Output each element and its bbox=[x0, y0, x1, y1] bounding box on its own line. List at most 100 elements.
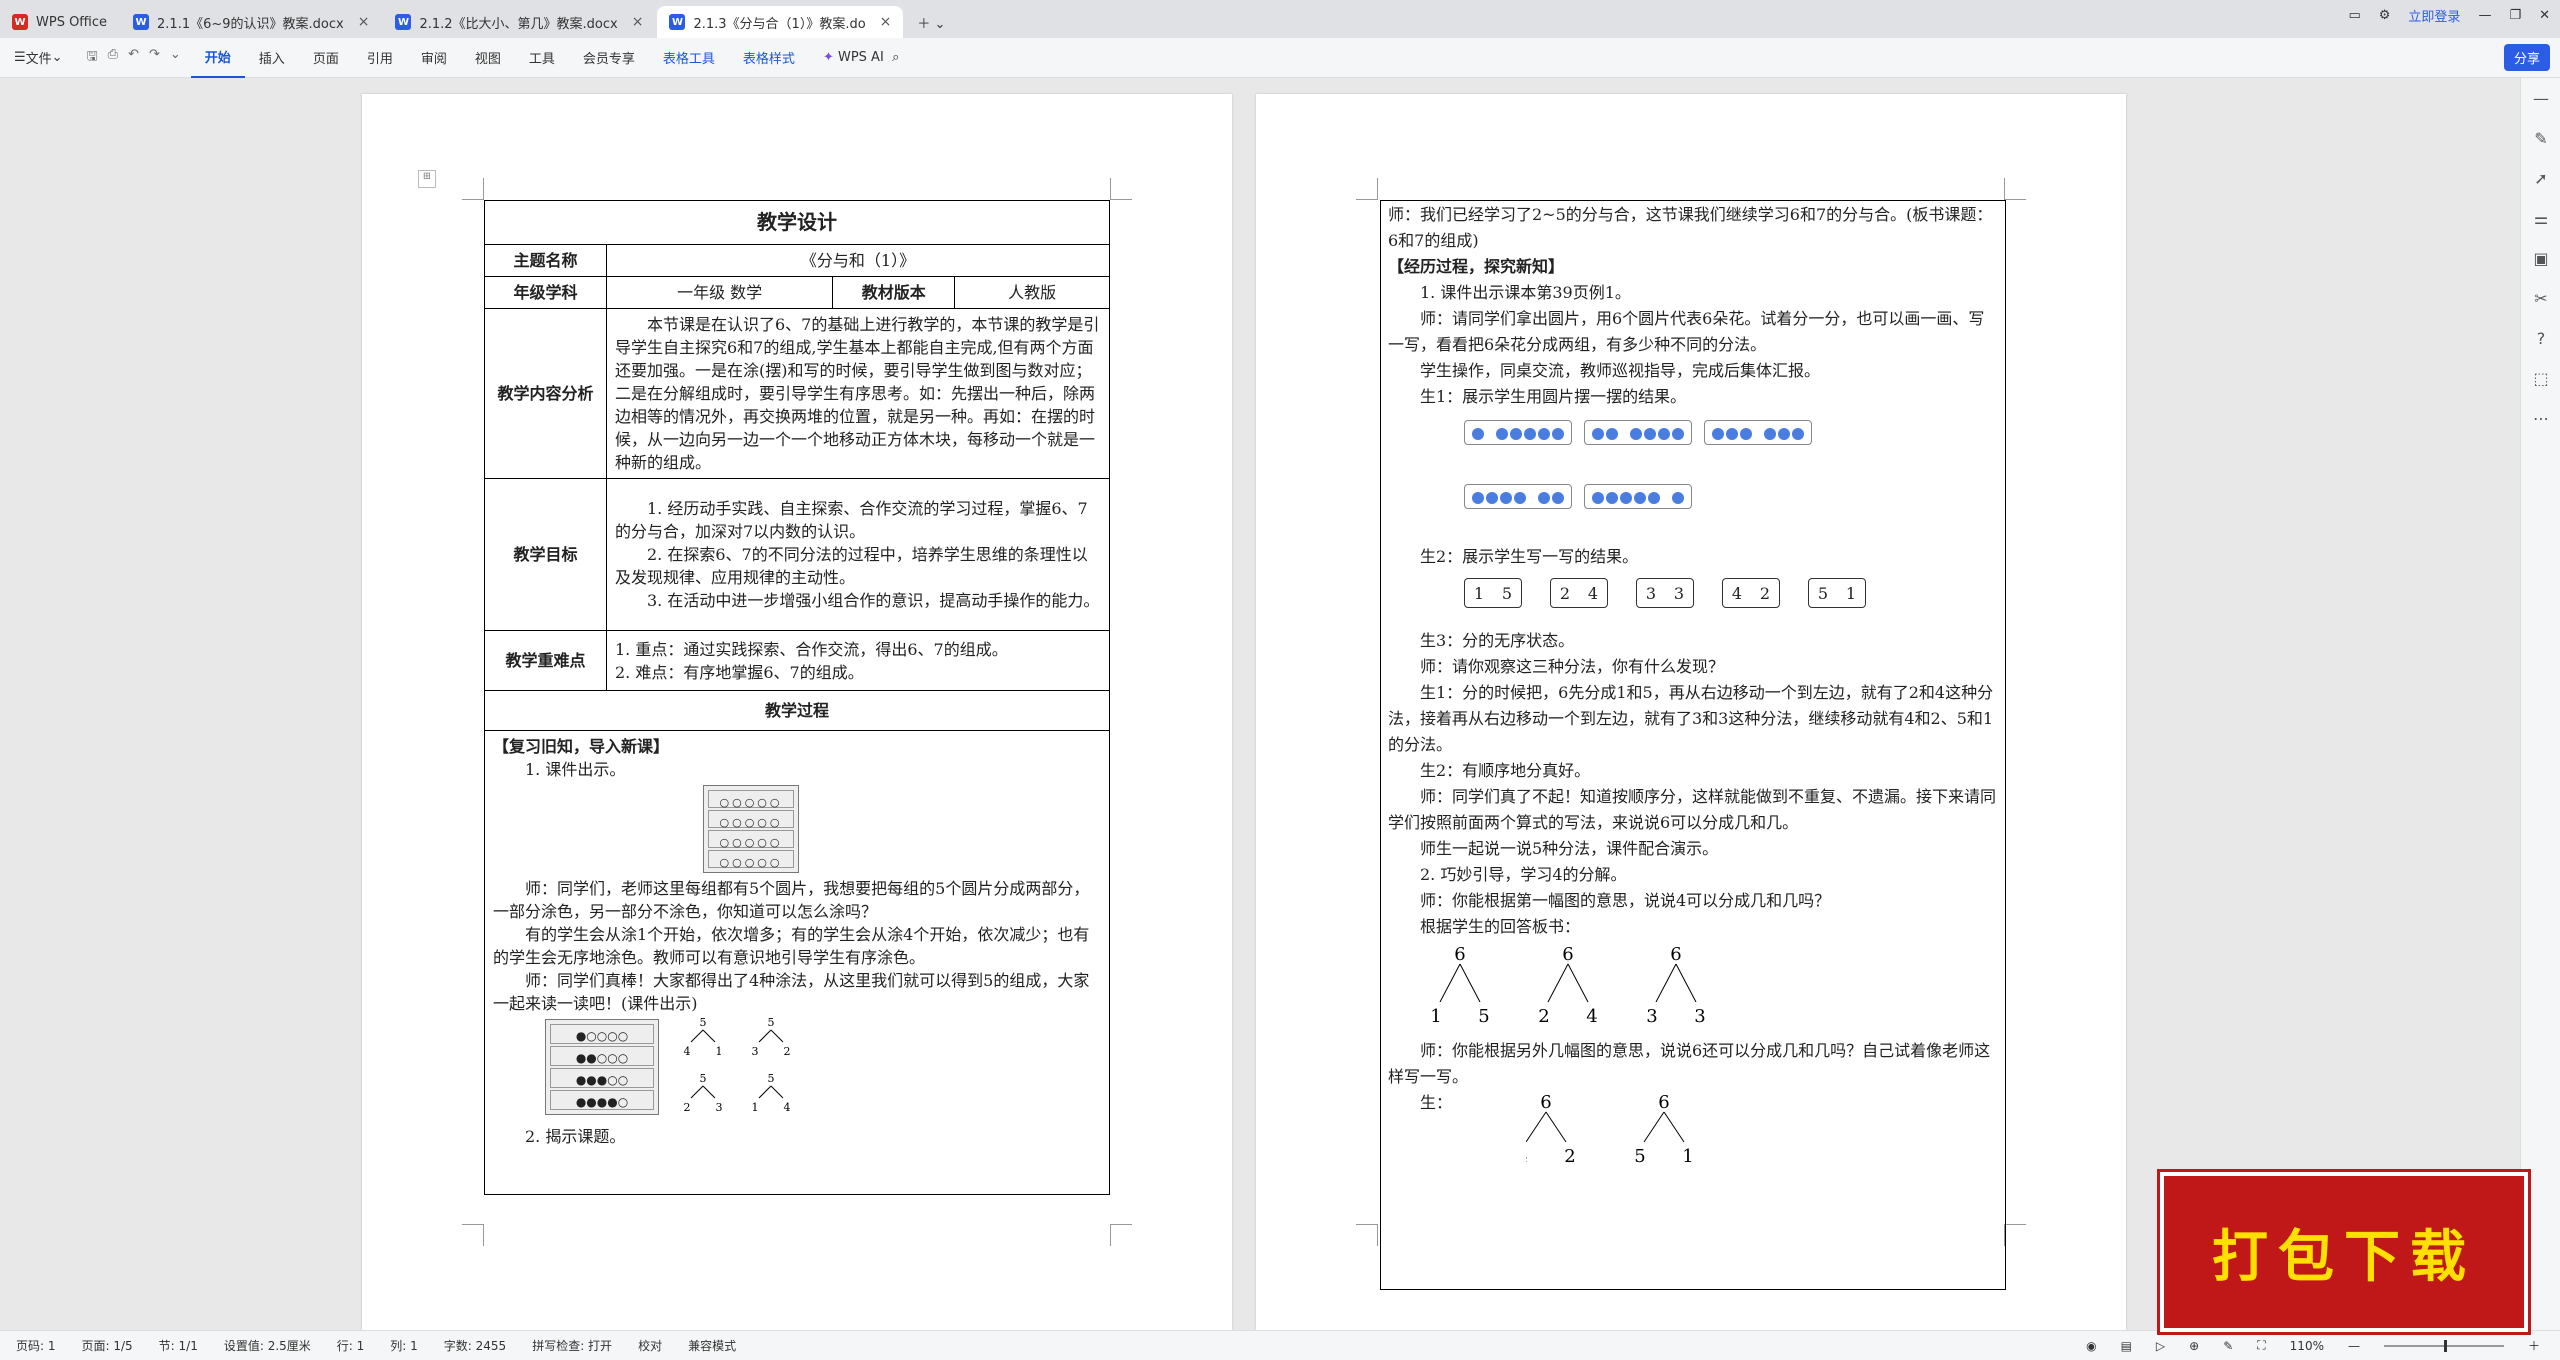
search-icon[interactable]: ⌕ bbox=[892, 50, 899, 65]
tree-left: 4 bbox=[684, 1045, 691, 1058]
collapse-icon[interactable]: — bbox=[2521, 78, 2560, 118]
page-view-icon[interactable]: ▤ bbox=[2121, 1339, 2132, 1353]
zoom-out-icon[interactable]: — bbox=[2348, 1339, 2360, 1353]
tab-doc-1[interactable]: W 2.1.1《6~9的认识》教案.docx × bbox=[121, 6, 381, 38]
tree-branch bbox=[1545, 1111, 1567, 1143]
tab-reference[interactable]: 引用 bbox=[353, 38, 407, 78]
paragraph: 生1：分的时候把，6先分成1和5，再从右边移动一个到左边，就有了2和4这种分法，… bbox=[1388, 683, 1994, 754]
tab-page[interactable]: 页面 bbox=[299, 38, 353, 78]
pair-right: 1 bbox=[1845, 583, 1857, 603]
tree-right: 3 bbox=[1694, 1006, 1705, 1027]
close-window-icon[interactable]: ✕ bbox=[2539, 8, 2550, 23]
close-icon[interactable]: × bbox=[880, 14, 892, 30]
page-2: 师：我们已经学习了2~5的分与合，这节课我们继续学习6和7的分与合。(板书课题：… bbox=[1256, 94, 2126, 1330]
status-spell[interactable]: 拼写检查: 打开 bbox=[532, 1337, 612, 1354]
eye-icon[interactable]: ◉ bbox=[2086, 1339, 2096, 1353]
login-link[interactable]: 立即登录 bbox=[2408, 6, 2460, 25]
number-pair-box: 33 bbox=[1636, 578, 1694, 608]
minimize-icon[interactable]: — bbox=[2478, 8, 2491, 23]
tab-insert[interactable]: 插入 bbox=[245, 38, 299, 78]
file-menu[interactable]: ☰ 文件 ⌄ bbox=[0, 38, 77, 78]
tab-doc-2[interactable]: W 2.1.2《比大小、第几》教案.docx × bbox=[383, 6, 655, 38]
tab-doc-3[interactable]: W 2.1.3《分与合（1）》教案.do × bbox=[657, 6, 904, 38]
save-icon[interactable]: 🖫 bbox=[87, 47, 98, 69]
paragraph: 生2：有顺序地分真好。 bbox=[1420, 761, 1591, 780]
paragraph: 生3：分的无序状态。 bbox=[1420, 631, 1575, 650]
zoom-thumb[interactable] bbox=[2443, 1339, 2447, 1352]
tree-top: 6 bbox=[1562, 944, 1573, 965]
circle-row: ●●●○○ bbox=[550, 1068, 654, 1088]
tab-table-tools[interactable]: 表格工具 bbox=[649, 38, 729, 78]
adjust-icon[interactable]: ⚌ bbox=[2521, 198, 2560, 238]
tree-top: 5 bbox=[700, 1016, 707, 1029]
tab-home[interactable]: 开始 bbox=[190, 38, 245, 78]
window-icon[interactable]: ▭ bbox=[2348, 8, 2360, 23]
tab-tools[interactable]: 工具 bbox=[515, 38, 569, 78]
dot bbox=[1524, 427, 1536, 440]
section-heading: 【复习旧知，导入新课】 bbox=[493, 737, 670, 756]
tree-branch bbox=[1675, 963, 1697, 1003]
edit-icon[interactable]: ✎ bbox=[2223, 1339, 2233, 1353]
zoom-level[interactable]: 110% bbox=[2290, 1339, 2324, 1353]
tab-member[interactable]: 会员专享 bbox=[569, 38, 649, 78]
table-move-handle[interactable]: ⊞ bbox=[418, 170, 436, 188]
paragraph: 学生操作，同桌交流，教师巡视指导，完成后集体汇报。 bbox=[1420, 361, 1821, 380]
document-workspace: ⊞ 教学设计 主题名称 《分与和（1）》 年级学科 一年级 数学 教材版本 人教版 教学… bbox=[0, 78, 2520, 1330]
restore-icon[interactable]: ❐ bbox=[2509, 8, 2521, 23]
crop-mark bbox=[1356, 178, 1378, 200]
fit-icon[interactable]: ⛶ bbox=[2257, 1338, 2265, 1353]
tab-review[interactable]: 审阅 bbox=[407, 38, 461, 78]
tab-view[interactable]: 视图 bbox=[461, 38, 515, 78]
wps-ai-button[interactable]: ✦ WPS AI ⌕ bbox=[809, 38, 913, 78]
tree-top: 6 bbox=[1454, 944, 1465, 965]
close-icon[interactable]: × bbox=[358, 14, 370, 30]
settings-icon[interactable]: ⚙ bbox=[2379, 8, 2391, 23]
print-icon[interactable]: ⎙ bbox=[108, 47, 118, 69]
redo-icon[interactable]: ↷ bbox=[149, 47, 160, 69]
tree-branch bbox=[758, 1029, 772, 1043]
paragraph: 根据学生的回答板书： bbox=[1420, 917, 1581, 936]
tools-icon[interactable]: ✂ bbox=[2521, 278, 2560, 318]
tree-branch bbox=[1663, 1111, 1685, 1143]
download-banner[interactable]: 打包下载 bbox=[2160, 1172, 2528, 1332]
status-section: 节: 1/1 bbox=[158, 1339, 198, 1353]
crop-mark bbox=[2004, 178, 2026, 200]
undo-icon[interactable]: ↶ bbox=[128, 47, 139, 69]
tree-right: 4 bbox=[1586, 1006, 1597, 1027]
pair-left: 5 bbox=[1817, 583, 1829, 603]
zoom-in-icon[interactable]: ＋ bbox=[2528, 1337, 2540, 1354]
web-icon[interactable]: ⊕ bbox=[2189, 1339, 2199, 1353]
image-icon[interactable]: ▣ bbox=[2521, 238, 2560, 278]
tab-table-style[interactable]: 表格样式 bbox=[729, 38, 809, 78]
pen-icon[interactable]: ✎ bbox=[2521, 118, 2560, 158]
row-label: 教学重难点 bbox=[484, 630, 607, 691]
play-icon[interactable]: ▷ bbox=[2156, 1339, 2165, 1353]
row-value: 《分与和（1）》 bbox=[606, 244, 1110, 277]
row-value: 1. 经历动手实践、自主探索、合作交流的学习过程，掌握6、7的分与合，加深对7以… bbox=[606, 478, 1110, 631]
pointer-icon[interactable]: ➚ bbox=[2521, 158, 2560, 198]
new-tab-button[interactable]: ＋ ⌄ bbox=[905, 6, 957, 38]
bag-icon[interactable]: ⬚ bbox=[2521, 358, 2560, 398]
paragraph: 1. 课件出示。 bbox=[525, 760, 626, 779]
tree-right: 2 bbox=[784, 1045, 791, 1058]
tree-branch bbox=[702, 1085, 716, 1099]
crop-mark bbox=[462, 1224, 484, 1246]
help-icon[interactable]: ? bbox=[2521, 318, 2560, 358]
close-icon[interactable]: × bbox=[632, 14, 644, 30]
status-bar: 页码: 1 页面: 1/5 节: 1/1 设置值: 2.5厘米 行: 1 列: … bbox=[0, 1330, 2560, 1360]
dot bbox=[1630, 427, 1642, 440]
more-icon[interactable]: ⌄ bbox=[170, 47, 181, 69]
status-pages[interactable]: 页面: 1/5 bbox=[82, 1337, 133, 1354]
share-button[interactable]: 分享 bbox=[2503, 44, 2550, 71]
tree-top: 5 bbox=[700, 1072, 707, 1085]
zoom-slider[interactable] bbox=[2383, 1339, 2504, 1352]
number-trees-6b: 6 4 2 6 5 1 bbox=[1526, 1092, 1694, 1167]
tab-wps-office[interactable]: W WPS Office bbox=[0, 6, 119, 38]
status-words[interactable]: 字数: 2455 bbox=[444, 1337, 506, 1354]
more-icon[interactable]: ⋯ bbox=[2521, 398, 2560, 438]
tree-branch bbox=[702, 1029, 716, 1043]
status-proof[interactable]: 校对 bbox=[638, 1337, 662, 1354]
tree-branch bbox=[758, 1085, 772, 1099]
tree-left: 5 bbox=[1634, 1146, 1645, 1167]
status-setting: 设置值: 2.5厘米 bbox=[223, 1339, 311, 1353]
